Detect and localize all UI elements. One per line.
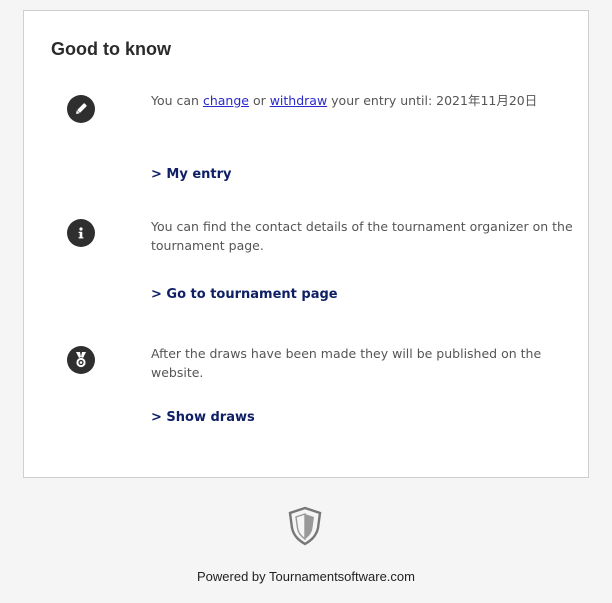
entry-text-suffix: your entry until: 2021年11月20日	[327, 93, 538, 108]
entry-text-or: or	[248, 93, 270, 108]
entry-text-prefix: You can	[151, 93, 203, 108]
info-icon	[67, 219, 95, 247]
show-draws-link[interactable]: > Show draws	[151, 410, 255, 425]
go-to-tournament-page-link[interactable]: > Go to tournament page	[151, 287, 338, 302]
draws-publication-text: After the draws have been made they will…	[151, 346, 542, 380]
contact-details-text: You can find the contact details of the …	[151, 219, 573, 253]
medal-icon	[67, 346, 95, 374]
pencil-icon	[67, 95, 95, 123]
change-entry-link[interactable]: change	[203, 93, 249, 108]
good-to-know-card: Good to know You can change or withdraw …	[23, 10, 589, 478]
shield-logo-icon	[287, 506, 323, 546]
entry-deadline-text: You can change or withdraw your entry un…	[151, 91, 579, 110]
card-title: Good to know	[51, 39, 171, 59]
withdraw-entry-link[interactable]: withdraw	[270, 93, 327, 108]
my-entry-link[interactable]: > My entry	[151, 167, 232, 182]
powered-by-footer: Powered by Tournamentsoftware.com	[197, 569, 415, 584]
